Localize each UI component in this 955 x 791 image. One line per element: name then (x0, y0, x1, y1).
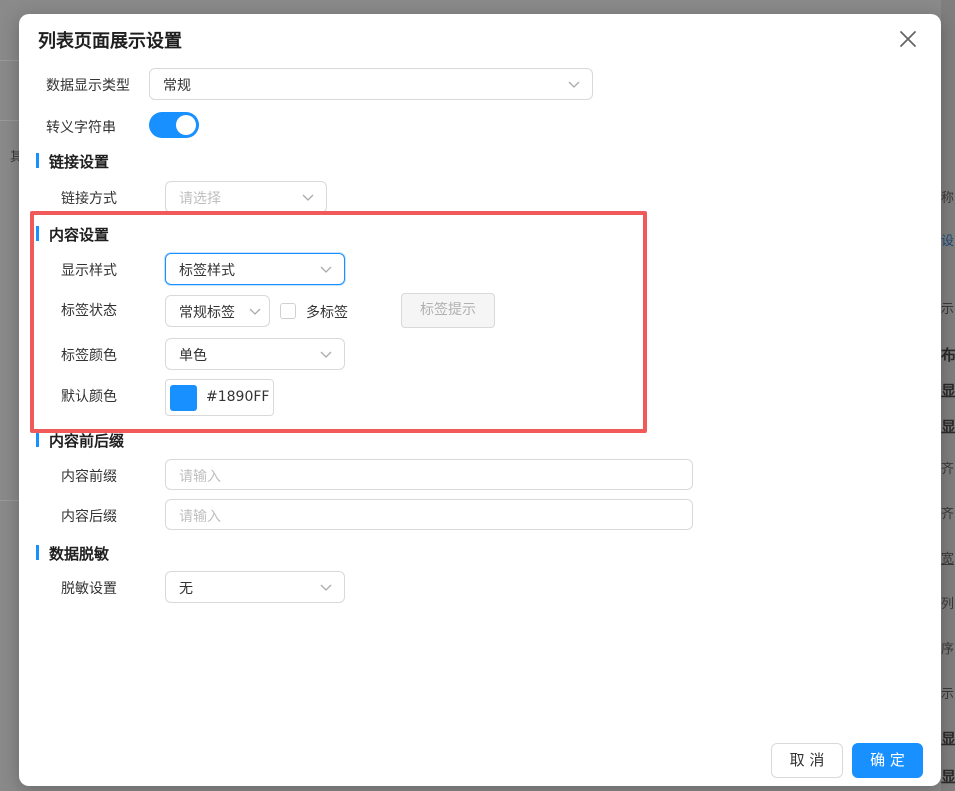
background-text: 显 (941, 418, 955, 436)
dialog-title: 列表页面展示设置 (38, 31, 182, 52)
background-text: 序 (941, 642, 955, 657)
escape-toggle[interactable] (149, 112, 199, 138)
background-text: 列 (941, 597, 955, 612)
default-color-label: 默认颜色 (61, 389, 117, 405)
tag-color-label: 标签颜色 (61, 348, 117, 364)
section-bar (36, 153, 39, 168)
background-text: 示 (941, 302, 955, 317)
suffix-input[interactable]: 请输入 (165, 499, 693, 530)
content-section-title: 内容设置 (49, 226, 110, 244)
chevron-down-icon (568, 81, 580, 88)
toggle-knob (176, 115, 196, 135)
default-color-picker[interactable]: #1890FF (165, 379, 274, 416)
background-text: 示 (941, 687, 955, 702)
tag-color-value: 单色 (179, 348, 207, 364)
tag-status-value: 常规标签 (179, 305, 235, 321)
background-text: 布 (941, 346, 955, 364)
background-text: 设 (941, 234, 955, 249)
background-text: 齐 (941, 462, 955, 477)
display-style-select[interactable]: 标签样式 (165, 253, 345, 285)
mask-section-title: 数据脱敏 (49, 545, 110, 563)
color-swatch[interactable] (170, 385, 197, 411)
prefix-input[interactable]: 请输入 (165, 459, 693, 490)
section-bar (36, 432, 39, 447)
ok-button[interactable]: 确 定 (852, 743, 923, 778)
background-text: 显 (941, 730, 955, 748)
data-type-select[interactable]: 常规 (149, 68, 593, 100)
close-button[interactable] (897, 28, 919, 50)
background-text: 称 (941, 191, 955, 206)
link-method-placeholder: 请选择 (179, 191, 221, 207)
color-hex-value: #1890FF (206, 389, 270, 405)
display-style-label: 显示样式 (61, 263, 117, 279)
link-section-title: 链接设置 (49, 153, 110, 171)
data-type-value: 常规 (163, 78, 191, 94)
settings-dialog: 列表页面展示设置 数据显示类型 常规 转义字符串 链接设置 链接方式 请选择 内… (19, 14, 941, 786)
close-icon (900, 31, 916, 47)
affix-section-title: 内容前后缀 (49, 432, 125, 450)
escape-label: 转义字符串 (46, 120, 116, 136)
tag-status-select[interactable]: 常规标签 (165, 295, 270, 327)
chevron-down-icon (320, 351, 332, 358)
background-text: 显 (941, 768, 955, 786)
section-bar (36, 545, 39, 560)
background-text: 显 (941, 382, 955, 400)
multi-tag-label: 多标签 (306, 305, 348, 321)
section-bar (36, 226, 39, 241)
chevron-down-icon (320, 584, 332, 591)
background-text: 齐 (941, 507, 955, 522)
background-text: 宽 (941, 552, 955, 567)
prefix-placeholder: 请输入 (179, 469, 221, 485)
multi-tag-checkbox[interactable] (280, 303, 296, 319)
link-method-select[interactable]: 请选择 (165, 181, 327, 213)
highlight-box (30, 211, 647, 433)
data-type-label: 数据显示类型 (46, 78, 130, 94)
prefix-label: 内容前缀 (61, 469, 117, 485)
tag-status-label: 标签状态 (61, 303, 117, 319)
suffix-label: 内容后缀 (61, 509, 117, 525)
link-method-label: 链接方式 (61, 191, 117, 207)
mask-setting-label: 脱敏设置 (61, 581, 117, 597)
tag-hint-button[interactable]: 标签提示 (401, 293, 495, 328)
mask-setting-value: 无 (179, 581, 193, 597)
chevron-down-icon (302, 194, 314, 201)
suffix-placeholder: 请输入 (179, 509, 221, 525)
tag-color-select[interactable]: 单色 (165, 338, 345, 370)
chevron-down-icon (249, 308, 261, 315)
cancel-button[interactable]: 取 消 (771, 743, 843, 778)
mask-setting-select[interactable]: 无 (165, 571, 345, 603)
display-style-value: 标签样式 (179, 263, 235, 279)
chevron-down-icon (320, 266, 332, 273)
